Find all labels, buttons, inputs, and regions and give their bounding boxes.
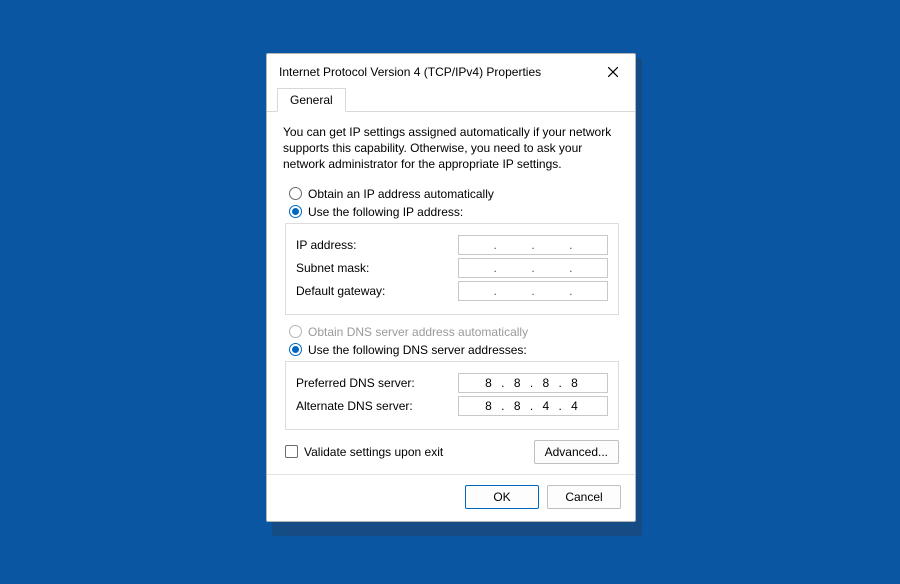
validate-checkbox[interactable]: Validate settings upon exit xyxy=(285,445,443,459)
dialog-title: Internet Protocol Version 4 (TCP/IPv4) P… xyxy=(279,65,541,79)
tab-general[interactable]: General xyxy=(277,88,346,112)
radio-label: Use the following DNS server addresses: xyxy=(308,343,527,357)
radio-icon xyxy=(289,343,302,356)
bottom-row: Validate settings upon exit Advanced... xyxy=(283,440,619,464)
description-text: You can get IP settings assigned automat… xyxy=(283,124,619,173)
preferred-dns-label: Preferred DNS server: xyxy=(296,376,415,390)
checkbox-icon xyxy=(285,445,298,458)
radio-label: Obtain DNS server address automatically xyxy=(308,325,528,339)
cancel-button[interactable]: Cancel xyxy=(547,485,621,509)
ip-address-input[interactable]: ... xyxy=(458,235,608,255)
dialog-footer: OK Cancel xyxy=(267,474,635,521)
close-button[interactable] xyxy=(601,62,625,82)
dialog-content: You can get IP settings assigned automat… xyxy=(267,112,635,474)
close-icon xyxy=(608,67,618,77)
dns-group: Preferred DNS server: Alternate DNS serv… xyxy=(285,361,619,430)
radio-icon xyxy=(289,187,302,200)
alternate-dns-row: Alternate DNS server: xyxy=(296,396,608,416)
tabstrip: General xyxy=(267,88,635,112)
subnet-label: Subnet mask: xyxy=(296,261,369,275)
radio-label: Use the following IP address: xyxy=(308,205,463,219)
ip-address-label: IP address: xyxy=(296,238,356,252)
gateway-input[interactable]: ... xyxy=(458,281,608,301)
alternate-dns-input[interactable] xyxy=(458,396,608,416)
ip-address-row: IP address: ... xyxy=(296,235,608,255)
preferred-dns-input[interactable] xyxy=(458,373,608,393)
preferred-dns-row: Preferred DNS server: xyxy=(296,373,608,393)
gateway-row: Default gateway: ... xyxy=(296,281,608,301)
properties-dialog: Internet Protocol Version 4 (TCP/IPv4) P… xyxy=(266,53,636,522)
ok-button[interactable]: OK xyxy=(465,485,539,509)
ip-group: IP address: ... Subnet mask: ... Default… xyxy=(285,223,619,315)
gateway-label: Default gateway: xyxy=(296,284,385,298)
radio-label: Obtain an IP address automatically xyxy=(308,187,494,201)
subnet-input[interactable]: ... xyxy=(458,258,608,278)
validate-label: Validate settings upon exit xyxy=(304,445,443,459)
titlebar: Internet Protocol Version 4 (TCP/IPv4) P… xyxy=(267,54,635,86)
advanced-button[interactable]: Advanced... xyxy=(534,440,619,464)
subnet-row: Subnet mask: ... xyxy=(296,258,608,278)
radio-use-dns[interactable]: Use the following DNS server addresses: xyxy=(289,343,619,357)
radio-obtain-dns-auto: Obtain DNS server address automatically xyxy=(289,325,619,339)
radio-icon xyxy=(289,205,302,218)
radio-icon xyxy=(289,325,302,338)
alternate-dns-label: Alternate DNS server: xyxy=(296,399,413,413)
radio-obtain-ip-auto[interactable]: Obtain an IP address automatically xyxy=(289,187,619,201)
radio-use-ip[interactable]: Use the following IP address: xyxy=(289,205,619,219)
